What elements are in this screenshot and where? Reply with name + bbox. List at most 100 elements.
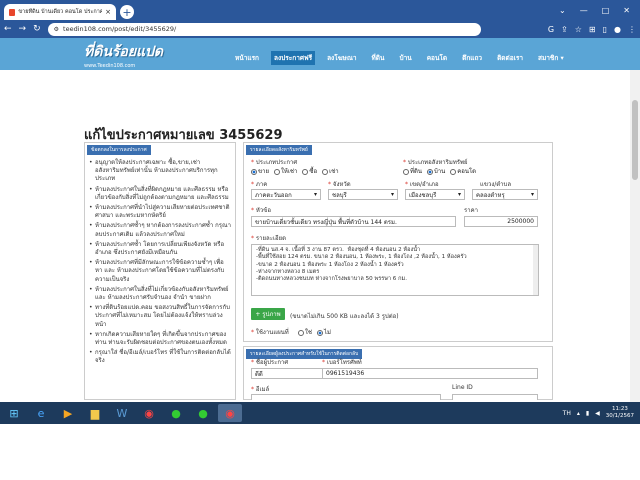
nav-land[interactable]: ที่ดิน [369, 51, 388, 65]
price-label: ราคา [464, 207, 478, 214]
minimize-icon[interactable]: — [580, 6, 588, 15]
asset-radio-house[interactable]: บ้าน [426, 166, 445, 176]
detail-label: * รายละเอียด [251, 235, 286, 242]
line-id-input[interactable] [452, 394, 538, 400]
asset-radio-group: ที่ดิน บ้าน คอนโด [403, 166, 476, 176]
nav-condo[interactable]: คอนโด [424, 51, 450, 65]
list-item: ห้ามลงประกาศที่นำไปสู่ความเสียหายต่อประเ… [89, 204, 231, 220]
media-player-icon[interactable]: ▶ [56, 404, 80, 422]
below-screen-area [0, 424, 640, 480]
map-radio-no[interactable]: ไม่ [317, 327, 331, 337]
google-icon[interactable]: G [548, 25, 554, 34]
line-id-label: Line ID [452, 384, 473, 391]
tab-search-icon[interactable]: ⌄ [559, 6, 566, 15]
nav-advertise[interactable]: ลงโฆษณา [324, 51, 359, 65]
nav-home[interactable]: หน้าแรก [232, 51, 262, 65]
bookmark-star-icon[interactable]: ☆ [575, 25, 582, 34]
region-label: * ภาค [251, 181, 268, 188]
url-input[interactable]: ⚙ teedin108.com/post/edit/3455629/ [47, 22, 481, 36]
language-indicator[interactable]: TH [563, 410, 571, 417]
chrome-active-icon[interactable]: ◉ [218, 404, 242, 422]
chevron-down-icon: ▾ [457, 191, 461, 198]
province-label: * จังหวัด [328, 181, 351, 188]
upload-image-button[interactable]: + รูปภาพ [251, 308, 285, 320]
list-item: อนุญาตให้ลงประกาศเฉพาะ ซื้อ,ขาย,เช่า อสั… [89, 159, 231, 184]
browser-tab-bar: ขายที่ดิน บ้านเดี่ยว คอนโด ประกาศฟรี × +… [0, 0, 640, 20]
profile-avatar-icon[interactable]: ● [614, 25, 621, 34]
page-scrollbar[interactable] [630, 70, 640, 402]
logo-subtext: www.Teedin108.com [84, 63, 136, 69]
price-input[interactable]: 2500000 [464, 216, 538, 227]
maximize-icon[interactable]: □ [602, 6, 610, 15]
map-label: * ใช้งานแผนที่ [251, 329, 289, 336]
list-item: ห้ามลงประกาศในสิ่งที่ไม่เกี่ยวข้องกับอสั… [89, 286, 231, 302]
nav-townhouse[interactable]: ตึกแถว [459, 51, 485, 65]
chevron-down-icon: ▾ [390, 191, 394, 198]
subdistrict-select[interactable]: คลองตำหรุ ▾ [472, 189, 538, 200]
rules-list: อนุญาตให้ลงประกาศเฉพาะ ซื้อ,ขาย,เช่า อสั… [85, 157, 235, 366]
map-radio-yes[interactable]: ใช่ [298, 327, 312, 337]
site-info-icon[interactable]: ⚙ [54, 26, 59, 33]
phone-input[interactable]: 0961519436 [322, 368, 538, 379]
asset-radio-condo[interactable]: คอนโด [450, 166, 476, 176]
logo-text: ที่ดินร้อยแปด [84, 44, 164, 60]
rules-header: ข้อตกลงในการลงประกาศ [87, 145, 151, 155]
close-window-icon[interactable]: ✕ [623, 6, 630, 15]
new-tab-button[interactable]: + [120, 5, 134, 19]
district-label: * เขต/อำเภอ [405, 181, 439, 188]
type-radio-rent[interactable]: เช่า [322, 166, 339, 176]
region-select[interactable]: ภาคตะวันออก ▾ [251, 189, 321, 200]
phone-label: * เบอร์โทรศัพท์ [322, 359, 362, 366]
chrome-icon[interactable]: ◉ [137, 404, 161, 422]
type-radio-rent-out[interactable]: ให้เช่า [274, 166, 297, 176]
type-radio-sell[interactable]: ขาย [251, 166, 269, 176]
tab-title: ขายที่ดิน บ้านเดี่ยว คอนโด ประกาศฟรี [18, 9, 103, 15]
district-select[interactable]: เมืองชลบุรี ▾ [405, 189, 465, 200]
address-bar-row: ← → ↻ ⚙ teedin108.com/post/edit/3455629/… [0, 20, 640, 38]
network-icon[interactable]: ▮ [586, 410, 589, 417]
back-icon[interactable]: ← [4, 24, 12, 34]
ie-icon[interactable]: e [29, 404, 53, 422]
asset-radio-land[interactable]: ที่ดิน [403, 166, 422, 176]
url-text: teedin108.com/post/edit/3455629/ [63, 25, 177, 33]
upload-hint: (ขนาดไม่เกิน 500 KB และลงได้ 3 รูปต่อ) [290, 313, 399, 320]
tray-expand-icon[interactable]: ▴ [577, 410, 580, 417]
province-select[interactable]: ชลบุรี ▾ [328, 189, 398, 200]
clock[interactable]: 11:23 30/1/2567 [606, 406, 634, 420]
rules-panel: ข้อตกลงในการลงประกาศ อนุญาตให้ลงประกาศเฉ… [84, 142, 236, 400]
email-label: * อีเมล์ [251, 386, 270, 393]
line-app-icon-2[interactable]: ● [191, 404, 215, 422]
share-icon[interactable]: ⇪ [561, 25, 568, 34]
property-header: รายละเอียดอสังหาริมทรัพย์ [246, 145, 312, 155]
nav-member[interactable]: สมาชิก ▾ [535, 51, 567, 65]
list-item: ห้ามลงประกาศที่มีลักษณะการใช้ข้อความซ้ำๆ… [89, 259, 231, 284]
word-icon[interactable]: W [110, 404, 134, 422]
type-radio-buy[interactable]: ซื้อ [302, 166, 317, 176]
textarea-scrollbar[interactable] [533, 245, 538, 295]
explorer-folder-icon[interactable]: ▆ [83, 404, 107, 422]
close-tab-icon[interactable]: × [105, 8, 111, 16]
sidebar-icon[interactable]: ▯ [603, 25, 607, 34]
type-radio-group: ขาย ให้เช่า ซื้อ เช่า [251, 166, 339, 176]
site-favicon-icon [9, 8, 16, 16]
extensions-icon[interactable]: ⊞ [589, 25, 596, 34]
name-label: * ชื่อผู้ประกาศ [251, 359, 289, 366]
list-item: ห้ามลงประกาศในสิ่งที่ผิดกฎหมาย และศีลธรร… [89, 186, 231, 202]
start-button-icon[interactable]: ⊞ [2, 404, 26, 422]
scrollbar-thumb[interactable] [632, 100, 638, 180]
forward-icon[interactable]: → [19, 24, 27, 34]
chevron-down-icon: ▾ [530, 191, 534, 198]
email-input[interactable] [251, 394, 441, 400]
subject-input[interactable]: ขายบ้านเดี่ยวชั้นเดียว ทรงญี่ปุ่น พื้นที… [251, 216, 456, 227]
site-logo[interactable]: ที่ดินร้อยแปด www.Teedin108.com [84, 41, 163, 69]
nav-contact[interactable]: ติดต่อเรา [494, 51, 526, 65]
line-app-icon[interactable]: ● [164, 404, 188, 422]
menu-dots-icon[interactable]: ⋮ [628, 25, 636, 34]
reload-icon[interactable]: ↻ [33, 24, 41, 34]
list-item: หากเกิดความเสียหายใดๆ ที่เกิดขึ้นจากประก… [89, 331, 231, 347]
nav-house[interactable]: บ้าน [396, 51, 414, 65]
detail-textarea[interactable]: -ที่ดิน นส.4 จ. เนื้อที่ 3 งาน 87 ตรว. ห… [251, 244, 539, 296]
browser-tab[interactable]: ขายที่ดิน บ้านเดี่ยว คอนโด ประกาศฟรี × [4, 4, 116, 20]
volume-icon[interactable]: ◀ [595, 410, 600, 417]
nav-free-post[interactable]: ลงประกาศฟรี [271, 51, 316, 65]
